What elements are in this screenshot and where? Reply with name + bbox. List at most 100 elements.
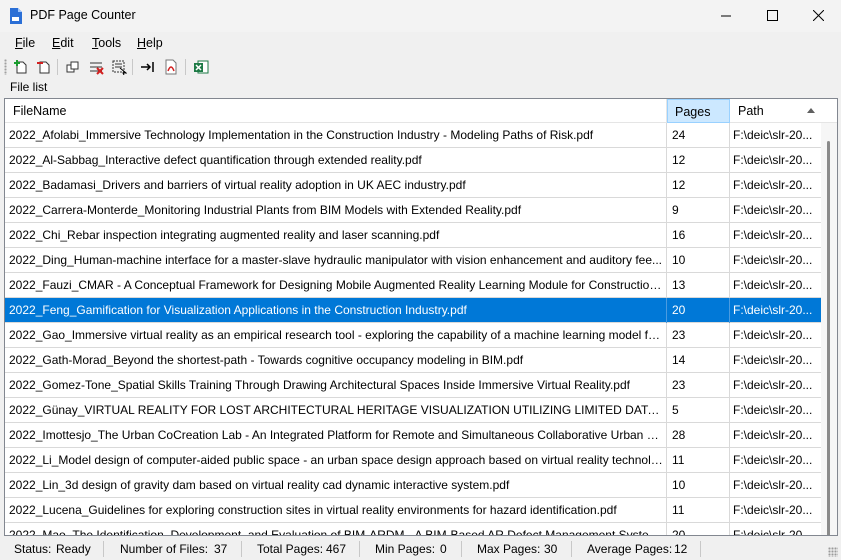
cell-pages: 23	[667, 323, 730, 348]
cell-path: F:\deic\slr-20...	[733, 203, 813, 217]
cell-filename: 2022_Al-Sabbag_Interactive defect quanti…	[5, 148, 667, 173]
scrollbar-thumb[interactable]	[827, 141, 830, 535]
export-excel-icon	[194, 60, 209, 74]
cell-filename: 2022_Chi_Rebar inspection integrating au…	[5, 223, 667, 248]
cell-filename: 2022_Imottesjo_The Urban CoCreation Lab …	[5, 423, 667, 448]
column-header-path[interactable]: Path	[730, 99, 819, 123]
vertical-scrollbar[interactable]	[821, 123, 837, 535]
total-pages-label: Total Pages:	[257, 542, 324, 556]
clear-list-button[interactable]	[87, 58, 105, 76]
add-file-button[interactable]	[12, 58, 30, 76]
cell-pages: 14	[667, 348, 730, 373]
cell-filename: 2022_Feng_Gamification for Visualization…	[5, 298, 667, 323]
cell-path: F:\deic\slr-20...	[733, 528, 813, 536]
menu-edit[interactable]: Edit	[52, 36, 74, 50]
table-row[interactable]: 2022_Chi_Rebar inspection integrating au…	[5, 223, 821, 248]
table-row[interactable]: 2022_Ding_Human-machine interface for a …	[5, 248, 821, 273]
menu-bar: File Edit Tools Help	[0, 32, 841, 54]
table-row[interactable]: 2022_Imottesjo_The Urban CoCreation Lab …	[5, 423, 821, 448]
goto-icon	[141, 62, 154, 72]
select-all-button[interactable]	[110, 58, 128, 76]
status-bar: Status: Ready Number of Files: 37 Total …	[0, 538, 841, 560]
open-folder-button[interactable]	[64, 58, 82, 76]
cell-pages: 20	[667, 523, 730, 535]
cell-path: F:\deic\slr-20...	[733, 478, 813, 492]
menu-file[interactable]: File	[15, 36, 35, 50]
sort-ascending-icon	[807, 108, 815, 113]
min-pages-value: 0	[440, 542, 447, 556]
pdf-app-icon	[10, 8, 22, 24]
column-header-filename[interactable]: FileName	[5, 99, 667, 123]
file-list-label: File list	[10, 80, 48, 94]
cell-pages: 9	[667, 198, 730, 223]
cell-path: F:\deic\slr-20...	[733, 453, 813, 467]
cell-pages: 11	[667, 448, 730, 473]
table-row[interactable]: 2022_Carrera-Monterde_Monitoring Industr…	[5, 198, 821, 223]
table-row[interactable]: 2022_Li_Model design of computer-aided p…	[5, 448, 821, 473]
open-folder-icon	[66, 61, 79, 73]
close-button[interactable]	[795, 0, 841, 31]
status-value: Ready	[56, 542, 91, 556]
table-row[interactable]: 2022_Lin_3d design of gravity dam based …	[5, 473, 821, 498]
maximize-button[interactable]	[749, 0, 795, 31]
toolbar-separator	[132, 59, 133, 75]
status-label: Status:	[14, 542, 52, 556]
add-file-icon	[14, 60, 27, 74]
status-separator	[103, 541, 104, 557]
toolbar-separator	[185, 59, 186, 75]
resize-grip[interactable]	[828, 547, 838, 557]
minimize-icon	[721, 15, 731, 16]
cell-filename: 2022_Badamasi_Drivers and barriers of vi…	[5, 173, 667, 198]
table-row[interactable]: 2022_Badamasi_Drivers and barriers of vi…	[5, 173, 821, 198]
cell-filename: 2022_Lin_3d design of gravity dam based …	[5, 473, 667, 498]
status-separator	[571, 541, 572, 557]
cell-filename: 2022_Ding_Human-machine interface for a …	[5, 248, 667, 273]
max-pages-value: 30	[544, 542, 558, 556]
max-pages-label: Max Pages:	[477, 542, 541, 556]
cell-path: F:\deic\slr-20...	[733, 153, 813, 167]
file-list[interactable]: FileName Pages Path 2022_Afolabi_Immersi…	[4, 98, 838, 536]
cell-filename: 2022_Gath-Morad_Beyond the shortest-path…	[5, 348, 667, 373]
column-header-pages[interactable]: Pages	[667, 99, 730, 123]
average-pages-label: Average Pages:	[587, 542, 673, 556]
status-separator	[359, 541, 360, 557]
table-row[interactable]: 2022_Afolabi_Immersive Technology Implem…	[5, 123, 821, 148]
title-bar: PDF Page Counter	[0, 0, 841, 32]
table-row[interactable]: 2022_Gath-Morad_Beyond the shortest-path…	[5, 348, 821, 373]
cell-path: F:\deic\slr-20...	[733, 253, 813, 267]
cell-path: F:\deic\slr-20...	[733, 178, 813, 192]
list-header: FileName Pages Path	[5, 99, 837, 123]
file-count-label: Number of Files:	[120, 542, 209, 556]
total-pages-value: 467	[326, 542, 347, 556]
toolbar-grip[interactable]	[4, 59, 7, 75]
cell-path: F:\deic\slr-20...	[733, 403, 813, 417]
export-excel-button[interactable]	[192, 58, 210, 76]
select-all-icon	[112, 60, 127, 75]
goto-button[interactable]	[139, 58, 157, 76]
minimize-button[interactable]	[703, 0, 749, 31]
cell-filename: 2022_Günay_VIRTUAL REALITY FOR LOST ARCH…	[5, 398, 667, 423]
table-row[interactable]: 2022_Al-Sabbag_Interactive defect quanti…	[5, 148, 821, 173]
table-row[interactable]: 2022_Gao_Immersive virtual reality as an…	[5, 323, 821, 348]
cell-path: F:\deic\slr-20...	[733, 328, 813, 342]
table-row[interactable]: 2022_Feng_Gamification for Visualization…	[5, 298, 821, 323]
table-row[interactable]: 2022_Lucena_Guidelines for exploring con…	[5, 498, 821, 523]
remove-file-button[interactable]	[35, 58, 53, 76]
table-row[interactable]: 2022_Gomez-Tone_Spatial Skills Training …	[5, 373, 821, 398]
cell-pages: 24	[667, 123, 730, 148]
menu-tools[interactable]: Tools	[92, 36, 121, 50]
remove-file-icon	[37, 61, 50, 74]
cell-pages: 23	[667, 373, 730, 398]
table-row[interactable]: 2022_Mao_The Identification, Development…	[5, 523, 821, 536]
menu-help[interactable]: Help	[137, 36, 163, 50]
table-row[interactable]: 2022_Günay_VIRTUAL REALITY FOR LOST ARCH…	[5, 398, 821, 423]
cell-path: F:\deic\slr-20...	[733, 428, 813, 442]
cell-pages: 20	[667, 298, 730, 323]
table-row[interactable]: 2022_Fauzi_CMAR - A Conceptual Framework…	[5, 273, 821, 298]
status-separator	[461, 541, 462, 557]
open-pdf-button[interactable]	[162, 58, 180, 76]
cell-filename: 2022_Li_Model design of computer-aided p…	[5, 448, 667, 473]
cell-pages: 5	[667, 398, 730, 423]
window-title: PDF Page Counter	[30, 8, 136, 22]
cell-pages: 11	[667, 498, 730, 523]
